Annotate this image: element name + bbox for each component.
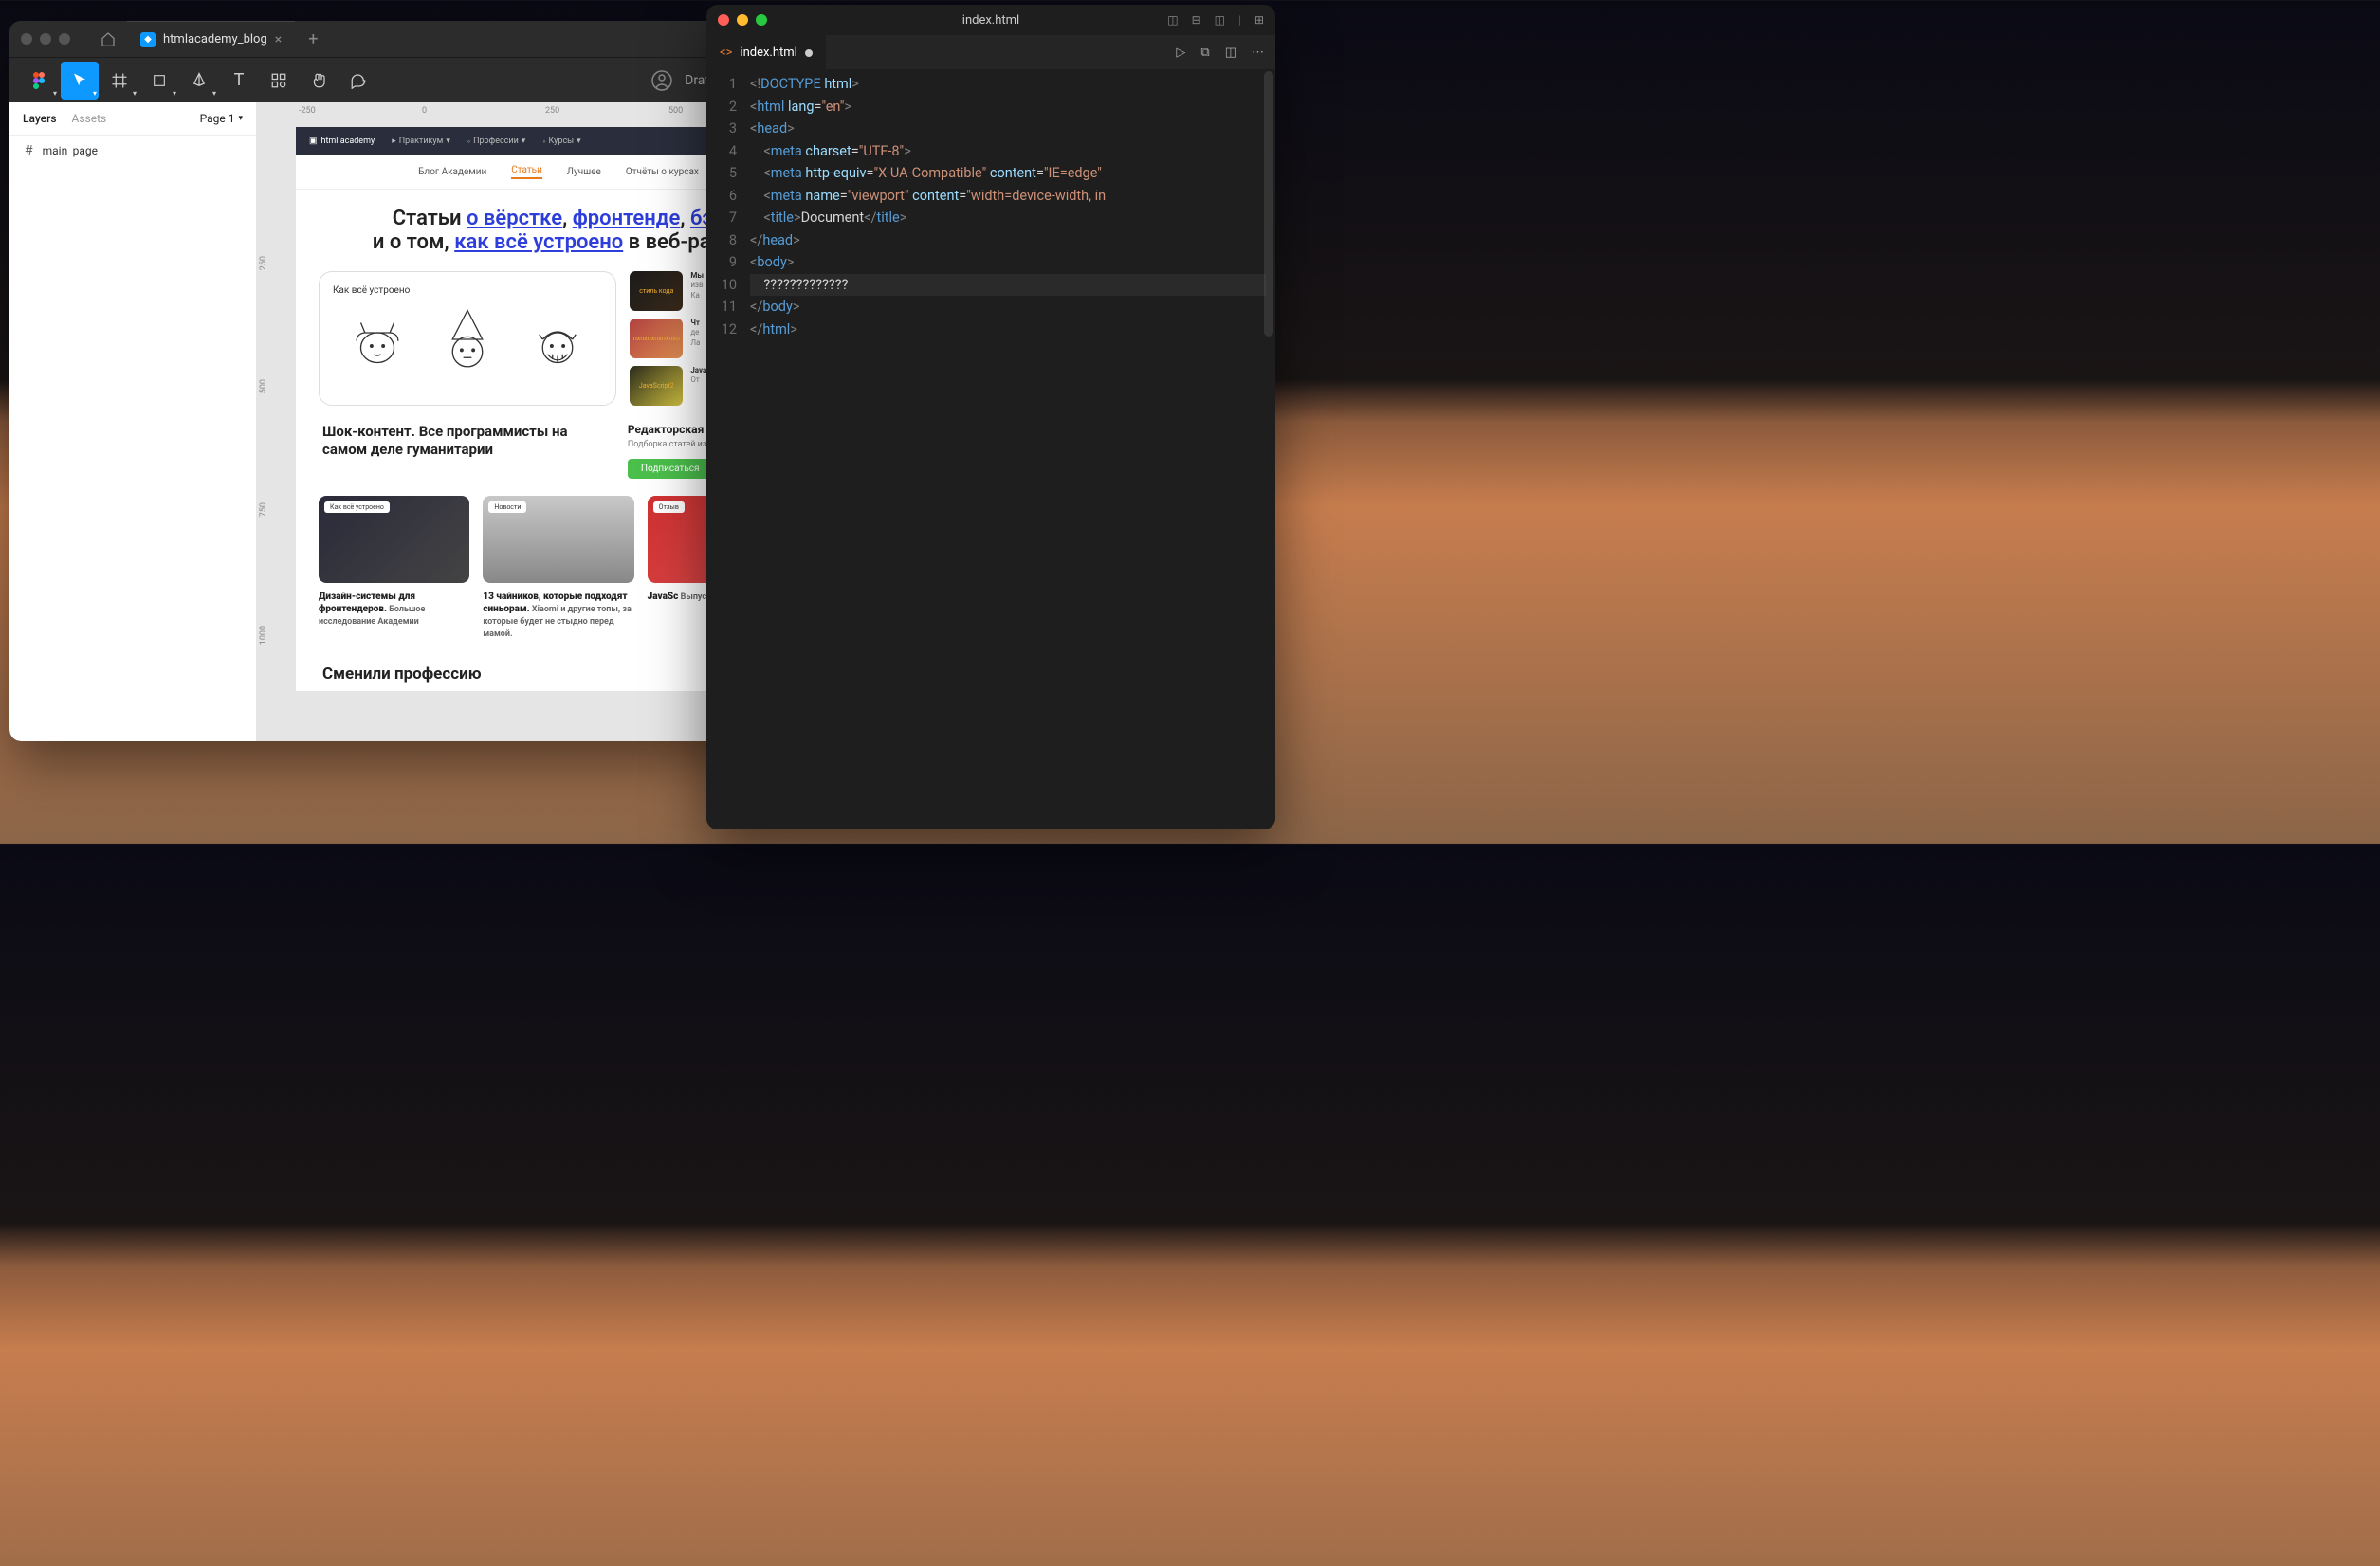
maximize-light[interactable] (59, 33, 70, 45)
comment-tool-button[interactable] (339, 62, 377, 100)
vscode-tabs: <> index.html ▷ ⧉ ◫ ⋯ (706, 35, 1275, 69)
code-editor[interactable]: 123456789101112 <!DOCTYPE html><html lan… (706, 69, 1275, 829)
mockup-nav-item: ▸ Практикум ▾ (392, 137, 450, 146)
frame-tool-button[interactable]: ▾ (101, 62, 138, 100)
mockup-nav-item: ◦ Профессии ▾ (467, 137, 525, 147)
ruler-vertical: 25050075010001250 (256, 123, 277, 741)
figma-file-icon: ◆ (140, 32, 156, 47)
layout-icons: ◫ ⊟ ◫ | ⊞ (1167, 13, 1264, 27)
maximize-light[interactable] (756, 14, 767, 26)
card-title: Как всё устроено (333, 285, 602, 296)
mockup-featured-card: Как всё устроено (319, 271, 616, 406)
text-tool-button[interactable]: T (220, 62, 258, 100)
close-light[interactable] (21, 33, 32, 45)
pen-tool-button[interactable]: ▾ (180, 62, 218, 100)
layer-name: main_page (43, 144, 98, 157)
panel-bottom-icon[interactable]: ⊟ (1192, 13, 1201, 27)
mockup-logo: ▣ html academy (309, 137, 375, 146)
split-editor-icon[interactable]: ◫ (1225, 46, 1236, 60)
home-tab[interactable] (89, 21, 127, 57)
move-tool-button[interactable]: ▾ (61, 62, 99, 100)
sidebar-tabs: Layers Assets Page 1 ▾ (9, 102, 256, 136)
layers-panel: Layers Assets Page 1 ▾ # main_page (9, 102, 256, 741)
article-card: Как всё устроеноДизайн-системы для фронт… (319, 496, 469, 640)
figma-tabs: ◆ htmlacademy_blog × + (89, 21, 318, 57)
panel-left-icon[interactable]: ◫ (1167, 13, 1178, 27)
split-preview-icon[interactable]: ⧉ (1200, 46, 1209, 60)
subscribe-button: Подписаться (628, 459, 713, 479)
minimize-light[interactable] (40, 33, 51, 45)
mockup-nav-item: ◦ Курсы ▾ (542, 137, 580, 147)
more-icon[interactable]: ⋯ (1252, 46, 1264, 60)
html-file-icon: <> (720, 46, 732, 60)
shape-tool-button[interactable]: ▾ (140, 62, 178, 100)
panel-right-icon[interactable]: ◫ (1215, 13, 1225, 27)
window-title: index.html (962, 13, 1019, 27)
mockup-subnav-item: Статьи (511, 165, 542, 179)
mockup-subnav-item: Отчёты о курсах (626, 167, 699, 177)
file-tab-label: htmlacademy_blog (163, 32, 267, 46)
minimize-light[interactable] (737, 14, 748, 26)
resources-button[interactable] (260, 62, 298, 100)
frame-icon: # (25, 143, 33, 158)
run-icon[interactable]: ▷ (1176, 46, 1185, 60)
layers-tab[interactable]: Layers (23, 112, 57, 125)
scrollbar-thumb[interactable] (1264, 71, 1273, 337)
assets-tab[interactable]: Assets (72, 112, 107, 125)
code-content[interactable]: <!DOCTYPE html><html lang="en"><head> <m… (750, 69, 1275, 829)
traffic-lights (21, 33, 70, 45)
layer-item[interactable]: # main_page (9, 136, 256, 166)
hand-tool-button[interactable] (300, 62, 338, 100)
mockup-subnav-item: Лучшее (567, 167, 601, 177)
article-card: Новости13 чайников, которые подходят син… (483, 496, 633, 640)
headline-left: Шок-контент. Все программисты на самом д… (322, 423, 590, 479)
vscode-window: index.html ◫ ⊟ ◫ | ⊞ <> index.html ▷ ⧉ ◫… (706, 5, 1275, 829)
figma-menu-button[interactable]: ▾ (21, 62, 59, 100)
mockup-subnav-item: Блог Академии (418, 167, 486, 177)
tab-filename: index.html (740, 46, 796, 60)
line-numbers: 123456789101112 (706, 69, 750, 829)
unsaved-dot-icon (805, 49, 813, 57)
close-light[interactable] (718, 14, 729, 26)
avatar-icon[interactable] (650, 69, 673, 92)
traffic-lights (718, 14, 767, 26)
close-icon[interactable]: × (275, 32, 282, 47)
page-selector[interactable]: Page 1 ▾ (200, 112, 243, 125)
add-tab-button[interactable]: + (308, 29, 318, 49)
layout-icon[interactable]: ⊞ (1254, 13, 1264, 27)
vscode-titlebar[interactable]: index.html ◫ ⊟ ◫ | ⊞ (706, 5, 1275, 35)
faces-illustration (333, 305, 602, 373)
file-tab[interactable]: ◆ htmlacademy_blog × (127, 21, 295, 57)
editor-tab[interactable]: <> index.html (706, 35, 826, 69)
